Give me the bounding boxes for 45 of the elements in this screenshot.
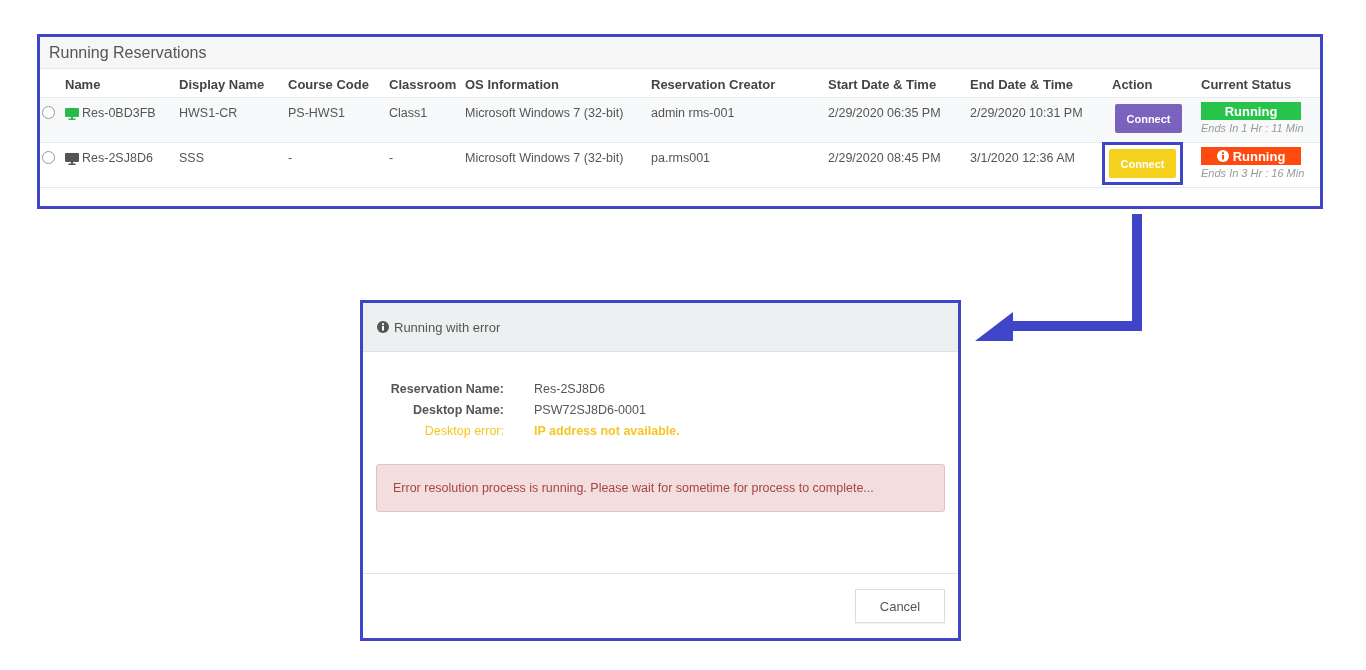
column-header: Name (65, 76, 101, 92)
start-date: 2/29/2020 06:35 PM (828, 106, 941, 120)
start-date: 2/29/2020 08:45 PM (828, 151, 941, 165)
connect-button[interactable]: Connect (1115, 104, 1182, 133)
field-label: Desktop error: (424, 424, 504, 438)
column-header: Classroom (389, 76, 457, 92)
field-value: IP address not available. (534, 424, 680, 438)
course-code: - (288, 151, 293, 165)
dialog-title: Running with error (394, 319, 501, 335)
column-header: Reservation Creator (651, 76, 776, 92)
ends-in-note: Ends In 1 Hr : 11 Min (1201, 122, 1304, 134)
course-code: PS-HWS1 (288, 106, 345, 120)
column-header: End Date & Time (970, 76, 1074, 92)
field-value: PSW72SJ8D6-0001 (534, 403, 646, 417)
reservation-creator: pa.rms001 (651, 151, 711, 165)
display-name: HWS1-CR (179, 106, 238, 120)
column-header: Display Name (179, 76, 265, 92)
info-icon (1216, 150, 1229, 162)
reservation-creator: admin rms-001 (651, 106, 735, 120)
cancel-button[interactable]: Cancel (855, 589, 945, 623)
reservation-name: Res-2SJ8D6 (82, 151, 153, 165)
status-badge: Running (1201, 102, 1301, 120)
end-date: 2/29/2020 10:31 PM (970, 106, 1083, 120)
classroom: Class1 (389, 106, 428, 120)
status-label: Running (1232, 148, 1286, 164)
field-value: Res-2SJ8D6 (534, 382, 605, 396)
os-information: Microsoft Windows 7 (32-bit) (465, 106, 624, 120)
column-header: Action (1112, 76, 1153, 92)
end-date: 3/1/2020 12:36 AM (970, 151, 1075, 165)
field-label: Reservation Name: (390, 382, 504, 396)
info-icon (377, 321, 389, 333)
classroom: - (389, 151, 394, 165)
column-header: Start Date & Time (828, 76, 937, 92)
alert-message: Error resolution process is running. Please wait for sometime for process to complete... (376, 464, 945, 512)
reservation-name: Res-0BD3FB (82, 106, 156, 120)
display-name: SSS (179, 151, 204, 165)
os-information: Microsoft Windows 7 (32-bit) (465, 151, 624, 165)
column-header: OS Information (465, 76, 559, 92)
column-header: Course Code (288, 76, 369, 92)
radio-button[interactable] (42, 151, 55, 164)
radio-button[interactable] (42, 106, 55, 119)
field-label: Desktop Name: (413, 403, 504, 417)
panel-title: Running Reservations (40, 37, 1320, 69)
ends-in-note: Ends In 3 Hr : 16 Min (1201, 167, 1305, 179)
column-header: Current Status (1201, 76, 1292, 92)
